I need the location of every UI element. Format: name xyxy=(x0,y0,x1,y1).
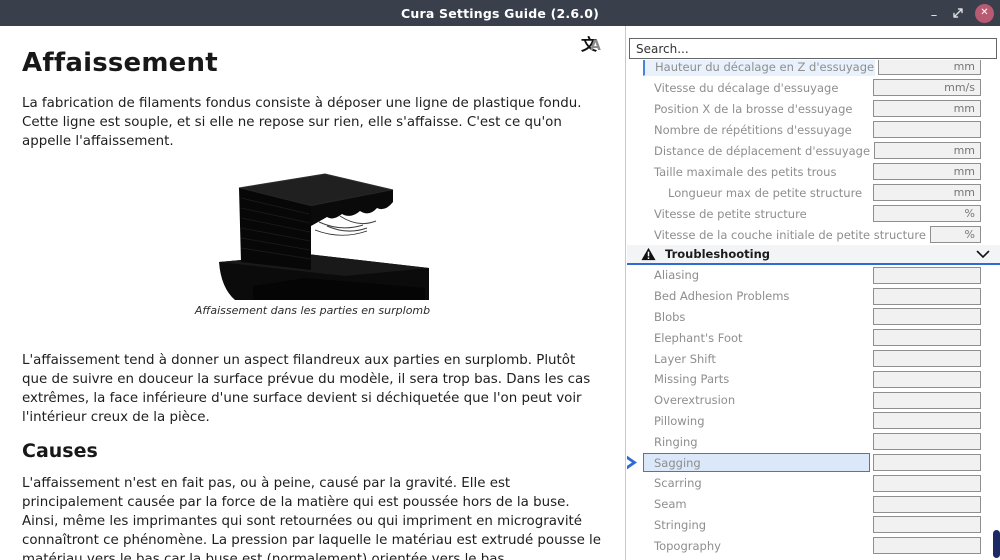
setting-input[interactable]: mm/s xyxy=(873,79,981,96)
causes-heading: Causes xyxy=(22,440,98,463)
setting-label: Vitesse du décalage d'essuyage xyxy=(654,80,839,95)
trouble-row-scarring[interactable]: Scarring xyxy=(627,473,1000,494)
setting-row-wipe-repeat-count[interactable]: Nombre de répétitions d'essuyage xyxy=(627,119,1000,140)
trouble-input[interactable] xyxy=(873,454,981,472)
chevron-down-icon xyxy=(976,250,990,258)
trouble-row-aliasing[interactable]: Aliasing xyxy=(627,265,1000,286)
figure-caption: Affaissement dans les parties en surplom… xyxy=(194,304,431,318)
trouble-input[interactable] xyxy=(873,516,981,534)
trouble-input[interactable] xyxy=(873,370,981,388)
setting-row-small-hole-max-size[interactable]: Taille maximale des petits trous mm xyxy=(627,161,1000,182)
trouble-row-overextrusion[interactable]: Overextrusion xyxy=(627,390,1000,411)
setting-row-small-feature-max-length[interactable]: Longueur max de petite structure mm xyxy=(627,182,1000,203)
setting-label: Longueur max de petite structure xyxy=(668,185,863,200)
trouble-row-topography[interactable]: Topography xyxy=(627,535,1000,556)
trouble-input[interactable] xyxy=(873,391,981,409)
figure-sagging-print: Affaissement dans les parties en surplom… xyxy=(22,164,603,317)
trouble-input[interactable] xyxy=(873,537,981,555)
trouble-row-seam[interactable]: Seam xyxy=(627,494,1000,515)
translate-button[interactable]: 文 A xyxy=(581,31,607,57)
sagging-print-image xyxy=(218,173,429,301)
setting-row-wipe-move-distance[interactable]: Distance de déplacement d'essuyage mm xyxy=(627,140,1000,161)
setting-input[interactable]: mm xyxy=(873,163,981,180)
trouble-row-bed-adhesion[interactable]: Bed Adhesion Problems xyxy=(627,286,1000,307)
setting-input[interactable]: mm xyxy=(874,142,981,159)
setting-row-small-feature-initial-speed[interactable]: Vitesse de la couche initiale de petite … xyxy=(627,224,1000,245)
search-input[interactable] xyxy=(629,38,997,59)
titlebar: Cura Settings Guide (2.6.0) – ✕ xyxy=(0,0,1000,26)
settings-sidebar: Hauteur du décalage en Z d'essuyage mm V… xyxy=(627,26,1000,560)
trouble-row-layer-shift[interactable]: Layer Shift xyxy=(627,348,1000,369)
setting-row-wipe-z-hop[interactable]: Hauteur du décalage en Z d'essuyage mm xyxy=(627,60,1000,77)
trouble-input[interactable] xyxy=(873,495,981,513)
setting-label: Position X de la brosse d'essuyage xyxy=(654,101,853,116)
setting-row-wipe-hop-speed[interactable]: Vitesse du décalage d'essuyage mm/s xyxy=(627,77,1000,98)
trouble-row-sagging[interactable]: Sagging xyxy=(627,452,1000,473)
setting-label: Hauteur du décalage en Z d'essuyage xyxy=(655,60,875,74)
close-icon: ✕ xyxy=(980,7,989,18)
trouble-row-missing-parts[interactable]: Missing Parts xyxy=(627,369,1000,390)
setting-input[interactable]: % xyxy=(873,205,981,222)
setting-input[interactable] xyxy=(873,121,981,138)
setting-input[interactable]: mm xyxy=(873,184,981,201)
trouble-row-elephants-foot[interactable]: Elephant's Foot xyxy=(627,327,1000,348)
window-title: Cura Settings Guide (2.6.0) xyxy=(400,5,599,21)
sidebar-scrollbar-thumb[interactable] xyxy=(993,530,1000,558)
paragraph-causes-1: L'affaissement n'est en fait pas, ou à p… xyxy=(22,476,602,560)
translate-icon-secondary: A xyxy=(590,38,601,54)
trouble-input[interactable] xyxy=(873,287,981,305)
setting-row-small-feature-speed[interactable]: Vitesse de petite structure % xyxy=(627,203,1000,224)
maximize-button[interactable] xyxy=(951,6,965,20)
trouble-input[interactable] xyxy=(873,266,981,284)
trouble-input[interactable] xyxy=(873,308,981,326)
setting-input[interactable]: mm xyxy=(878,60,981,75)
trouble-row-blobs[interactable]: Blobs xyxy=(627,307,1000,328)
trouble-input[interactable] xyxy=(873,412,981,430)
setting-label: Taille maximale des petits trous xyxy=(654,164,837,179)
troubleshooting-header-label: Troubleshooting xyxy=(665,247,771,261)
trouble-input[interactable] xyxy=(873,350,981,368)
setting-row-wipe-brush-x[interactable]: Position X de la brosse d'essuyage mm xyxy=(627,98,1000,119)
paragraph-intro: La fabrication de filaments fondus consi… xyxy=(22,96,582,150)
trouble-row-ringing[interactable]: Ringing xyxy=(627,431,1000,452)
trouble-input[interactable] xyxy=(873,433,981,451)
trouble-row-pillowing[interactable]: Pillowing xyxy=(627,411,1000,432)
setting-label: Vitesse de petite structure xyxy=(654,206,807,221)
troubleshooting-section-header[interactable]: Troubleshooting xyxy=(627,245,1000,265)
setting-label: Vitesse de la couche initiale de petite … xyxy=(654,227,926,242)
setting-list: Hauteur du décalage en Z d'essuyage mm V… xyxy=(627,60,1000,560)
minimize-button[interactable]: – xyxy=(927,5,941,22)
trouble-input[interactable] xyxy=(873,474,981,492)
close-button[interactable]: ✕ xyxy=(975,3,994,23)
maximize-icon xyxy=(953,8,963,18)
paragraph-effect: L'affaissement tend à donner un aspect f… xyxy=(22,353,591,426)
page-title: Affaissement xyxy=(22,48,218,78)
setting-input[interactable]: % xyxy=(929,226,981,243)
setting-label: Nombre de répétitions d'essuyage xyxy=(654,122,852,137)
trouble-row-stringing[interactable]: Stringing xyxy=(627,515,1000,536)
trouble-input[interactable] xyxy=(873,329,981,347)
setting-input[interactable]: mm xyxy=(873,100,981,117)
setting-label: Distance de déplacement d'essuyage xyxy=(654,143,871,158)
article-pane: 文 A Affaissement La fabrication de filam… xyxy=(0,26,626,560)
window-controls: – ✕ xyxy=(927,0,994,26)
warning-icon xyxy=(641,247,656,261)
